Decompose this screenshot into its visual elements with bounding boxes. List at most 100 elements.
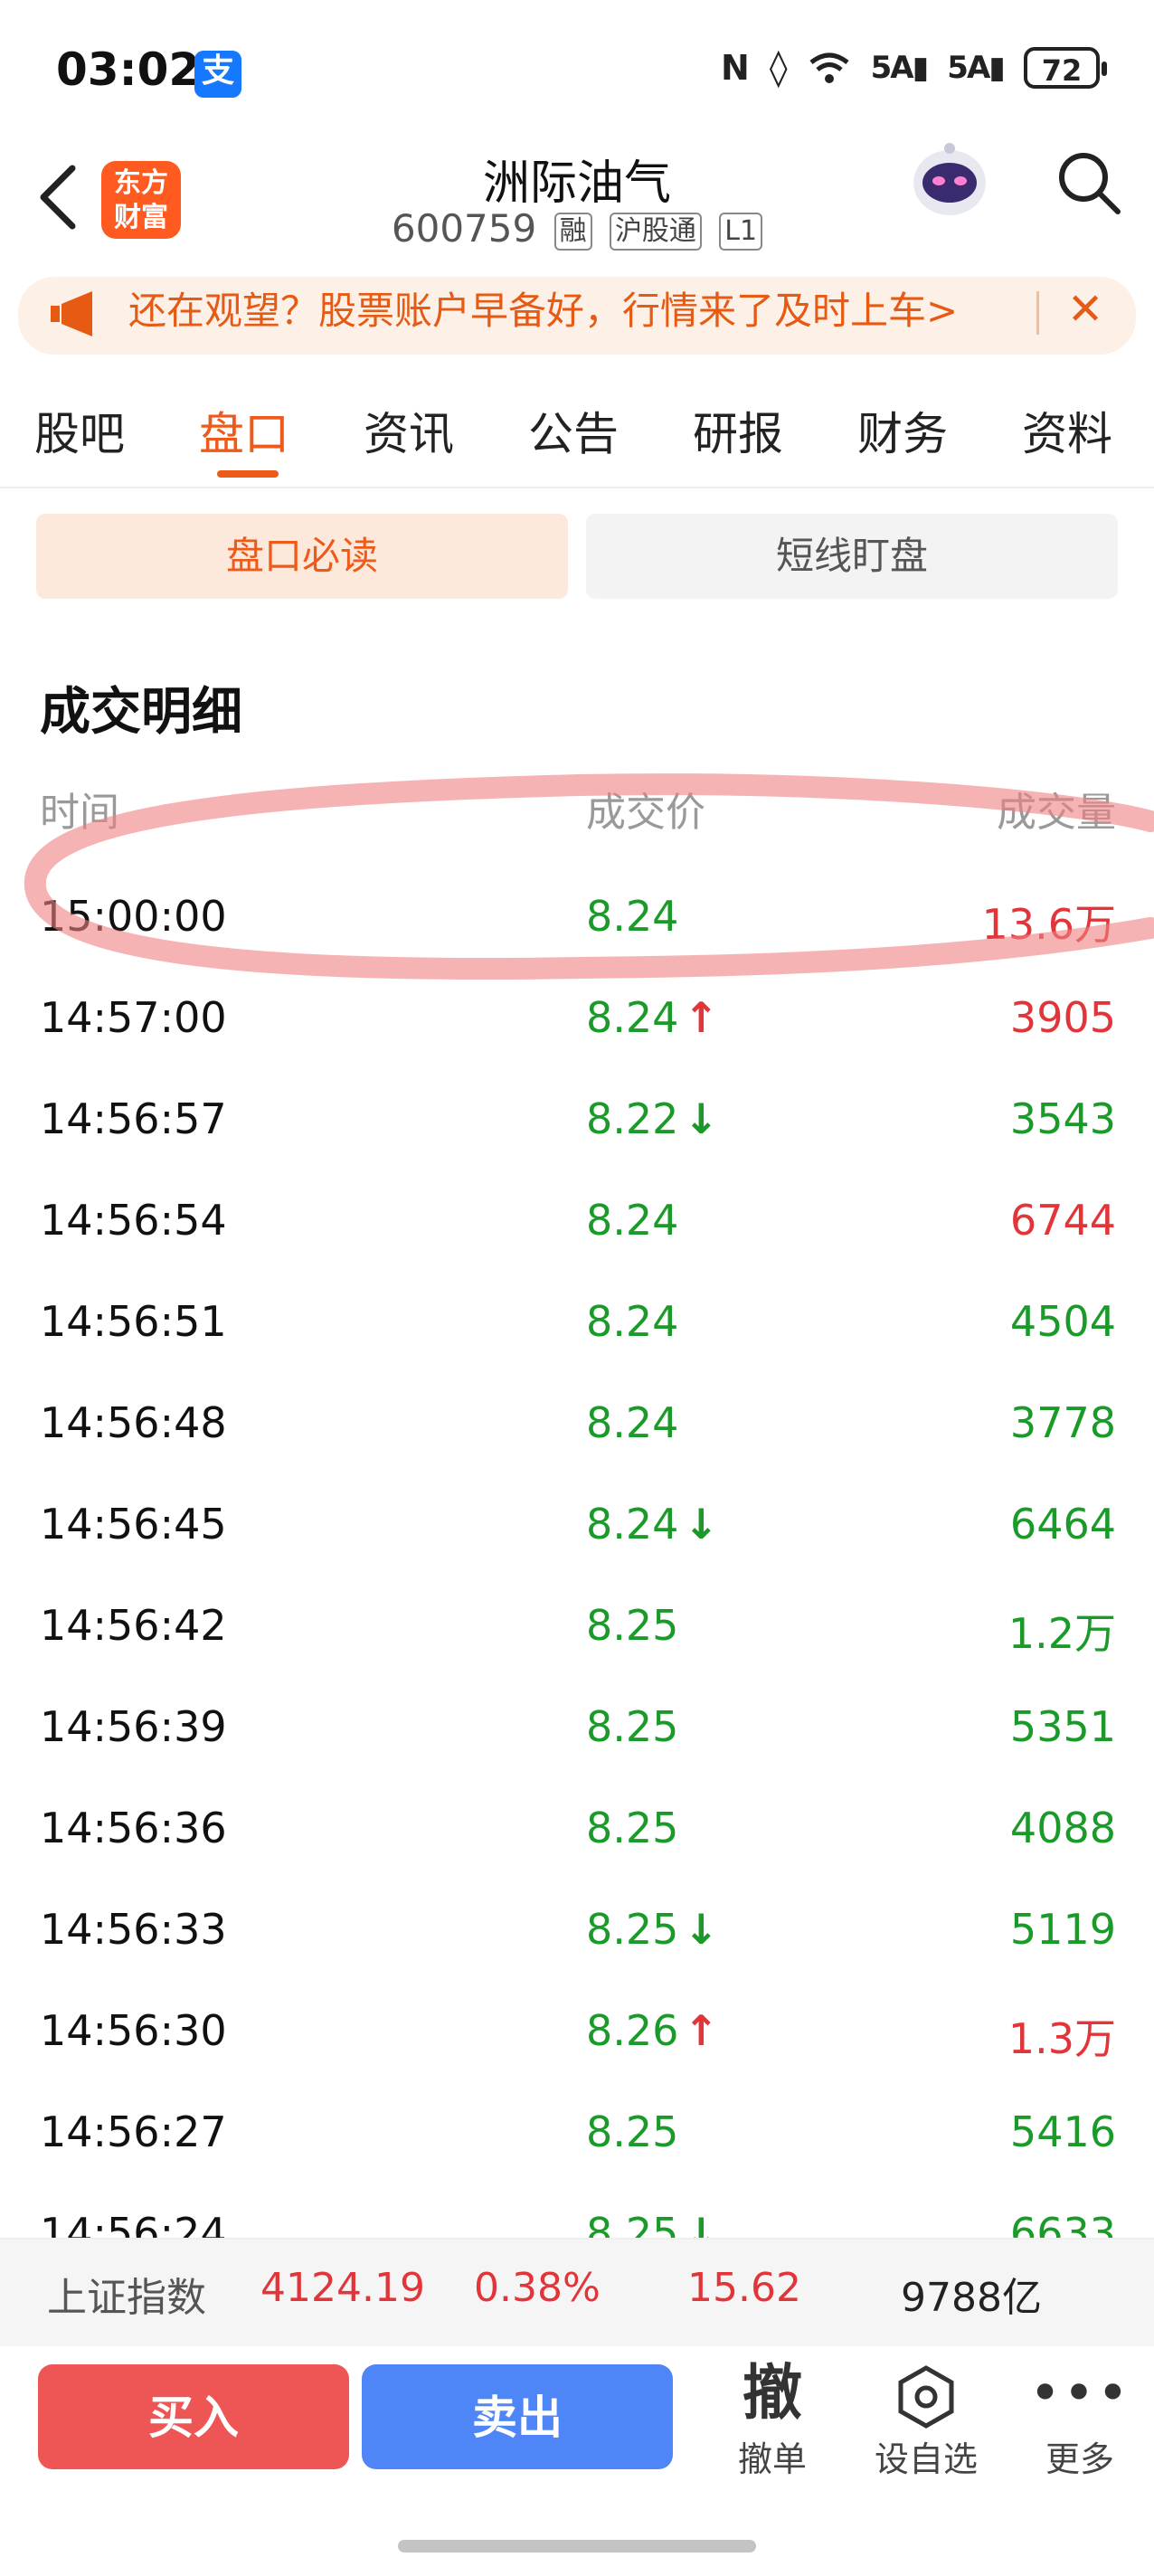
price-direction-arrow-icon: ↓ (684, 2209, 719, 2238)
hexagon-icon (872, 2355, 980, 2431)
signal-icon-2: 5A▮ (947, 50, 1006, 86)
cancel-order-label: 撤单 (737, 2439, 807, 2479)
trade-row: 14:56:48 8.24 3778 (0, 1377, 1154, 1478)
trade-price: 8.24 (586, 1500, 679, 1548)
trade-volume: 4088 (1009, 1804, 1116, 1852)
subtab-must-read[interactable]: 盘口必读 (36, 514, 568, 599)
trade-price: 8.25 (586, 2107, 679, 2156)
trade-price: 8.25 (586, 2209, 679, 2238)
add-watchlist-button[interactable]: 设自选 (872, 2355, 980, 2481)
robot-assistant-icon[interactable] (904, 136, 995, 226)
tag-level: L1 (719, 212, 763, 251)
sync-icon: ◊ (769, 47, 788, 89)
more-icon: ••• (1028, 2362, 1131, 2425)
trade-volume: 1.3万 (1007, 2014, 1116, 2063)
price-direction-arrow-icon: ↑ (684, 993, 719, 1042)
trade-time: 14:56:48 (40, 1398, 227, 1447)
status-time: 03:02 (56, 43, 201, 96)
divider (0, 487, 1154, 488)
cancel-order-button[interactable]: 撤 撤单 (718, 2355, 827, 2481)
tag-connect: 沪股通 (609, 212, 702, 251)
tab-guba[interactable]: 股吧 (34, 398, 125, 463)
trade-row: 14:56:39 8.25 5351 (0, 1681, 1154, 1782)
trade-volume: 13.6万 (981, 900, 1116, 949)
more-button[interactable]: ••• 更多 (1026, 2355, 1134, 2481)
trade-price: 8.25 (586, 1905, 679, 1954)
promo-text[interactable]: 还在观望？股票账户早备好，行情来了及时上车> (128, 282, 1015, 340)
trade-time: 14:56:27 (40, 2107, 227, 2156)
trade-time: 14:56:24 (40, 2209, 227, 2238)
trade-row: 14:56:27 8.25 5416 (0, 2086, 1154, 2187)
battery-icon: 72 (1024, 47, 1107, 89)
price-direction-arrow-icon: ↓ (684, 1905, 719, 1954)
trade-volume: 6633 (1009, 2209, 1116, 2238)
close-icon[interactable]: ✕ (1067, 280, 1103, 338)
trade-price: 8.24 (586, 892, 679, 941)
trade-volume: 5119 (1009, 1905, 1116, 1954)
promo-divider (1036, 291, 1039, 335)
signal-icon-1: 5A▮ (870, 50, 930, 86)
trade-row: 14:56:51 8.24 4504 (0, 1275, 1154, 1377)
trade-row: 14:56:45 8.24 ↓ 6464 (0, 1478, 1154, 1579)
stock-code: 600759 (391, 206, 537, 251)
active-tab-indicator (217, 470, 279, 478)
tab-announcements[interactable]: 公告 (528, 398, 619, 463)
buy-button[interactable]: 买入 (38, 2364, 349, 2469)
status-icons: N ◊ 5A▮ 5A▮ 72 (721, 47, 1107, 89)
trade-volume: 3778 (1009, 1398, 1116, 1447)
trade-price: 8.25 (586, 1702, 679, 1751)
trade-price: 8.25 (586, 1804, 679, 1852)
tab-research[interactable]: 研报 (693, 398, 783, 463)
trade-volume: 3543 (1009, 1094, 1116, 1143)
home-indicator (398, 2540, 756, 2552)
wifi-icon (809, 52, 849, 83)
trade-volume: 5351 (1009, 1702, 1116, 1751)
index-percent-change: 0.38% (474, 2265, 601, 2311)
trade-time: 14:56:54 (40, 1196, 227, 1245)
trade-row: 14:56:24 8.25 ↓ 6633 (0, 2187, 1154, 2238)
trade-row: 14:57:00 8.24 ↑ 3905 (0, 971, 1154, 1073)
trade-row: 14:56:33 8.25 ↓ 5119 (0, 1883, 1154, 1984)
tab-profile[interactable]: 资料 (1022, 398, 1112, 463)
sell-button[interactable]: 卖出 (362, 2364, 673, 2469)
trade-time: 14:57:00 (40, 993, 227, 1042)
trade-time: 14:56:51 (40, 1297, 227, 1346)
trade-time: 14:56:45 (40, 1500, 227, 1548)
index-name: 上证指数 (47, 2275, 206, 2321)
section-title: 成交明细 (40, 683, 242, 742)
price-direction-arrow-icon: ↑ (684, 2006, 719, 2055)
trade-volume: 6464 (1009, 1500, 1116, 1548)
search-icon[interactable] (1053, 147, 1125, 219)
index-value: 4124.19 (260, 2265, 425, 2311)
trade-row: 14:56:57 8.22 ↓ 3543 (0, 1073, 1154, 1174)
trade-time: 14:56:36 (40, 1804, 227, 1852)
alipay-icon: 支 (194, 51, 241, 98)
trade-time: 15:00:00 (40, 892, 227, 941)
trade-time: 14:56:30 (40, 2006, 227, 2055)
trade-row: 14:56:30 8.26 ↑ 1.3万 (0, 1984, 1154, 2086)
price-direction-arrow-icon: ↓ (684, 1094, 719, 1143)
trade-row: 15:00:00 8.24 13.6万 (0, 870, 1154, 971)
trade-list[interactable]: 15:00:00 8.24 13.6万 14:57:00 8.24 ↑ 3905 14:56:… (0, 870, 1154, 2238)
add-watchlist-label: 设自选 (874, 2439, 978, 2479)
trade-volume: 4504 (1009, 1297, 1116, 1346)
index-turnover: 9788亿 (901, 2275, 1042, 2321)
trade-price: 8.24 (586, 1297, 679, 1346)
trade-price: 8.24 (586, 993, 679, 1042)
subtab-short-term-watch[interactable]: 短线盯盘 (586, 514, 1118, 599)
trade-price: 8.24 (586, 1398, 679, 1447)
trade-time: 14:56:42 (40, 1601, 227, 1650)
tag-margin: 融 (553, 212, 592, 251)
trade-row: 14:56:54 8.24 6744 (0, 1174, 1154, 1275)
megaphone-icon (51, 291, 92, 336)
trade-time: 14:56:33 (40, 1905, 227, 1954)
trade-volume: 1.2万 (1007, 1609, 1116, 1658)
trade-price: 8.26 (586, 2006, 679, 2055)
nfc-icon: N (721, 48, 750, 88)
column-header-time: 时间 (40, 790, 119, 836)
tab-finance[interactable]: 财务 (857, 398, 948, 463)
trade-price: 8.22 (586, 1094, 679, 1143)
tab-pankou[interactable]: 盘口 (199, 398, 289, 463)
trade-row: 14:56:42 8.25 1.2万 (0, 1579, 1154, 1681)
tab-news[interactable]: 资讯 (364, 398, 454, 463)
